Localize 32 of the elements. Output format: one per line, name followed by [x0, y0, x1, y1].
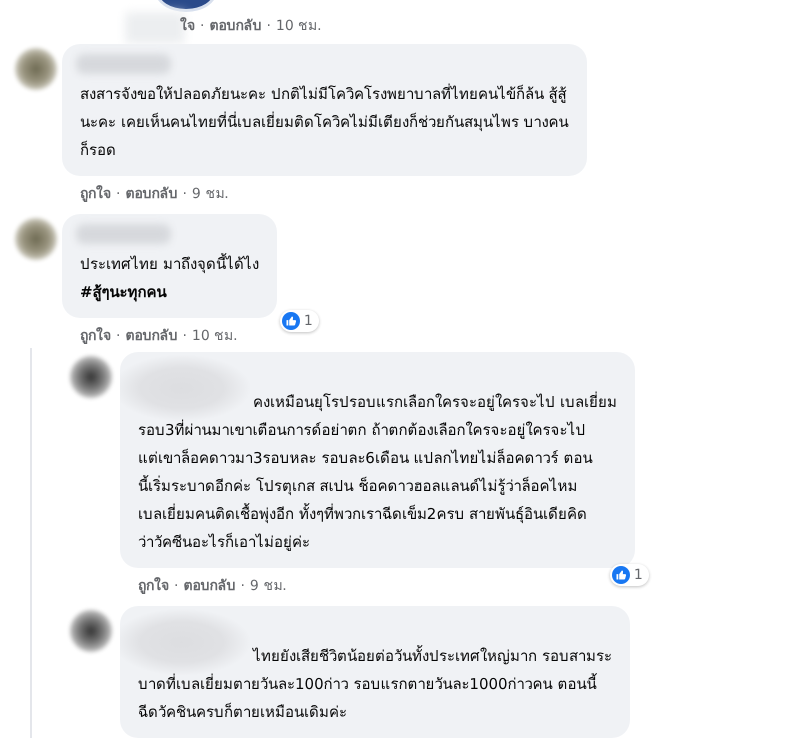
avatar[interactable]	[15, 48, 57, 90]
like-link[interactable]: ถูกใจ	[80, 186, 111, 202]
comment-time[interactable]: 9 ชม.	[192, 186, 229, 202]
separator-dot: ·	[182, 186, 187, 202]
comment-text: ไทยยังเสียชีวิตน้อยต่อวันทั้งประเทศใหญ่มาก รอบสามระ บาดที่เบลเยี่ยมตายวันละ100ก่าว รอบแรกตายวันละ1000ก่าวคน ตอนนี้ ฉีดวัคชินครบก็ตายเหมือนเดิมค่ะ	[138, 644, 612, 723]
separator-dot: ·	[182, 328, 187, 344]
avatar[interactable]	[15, 218, 57, 260]
avatar[interactable]	[70, 610, 112, 652]
separator-dot: ·	[116, 186, 120, 202]
thumbs-up-icon	[612, 566, 630, 584]
comment-time[interactable]: 10 ชม.	[276, 18, 322, 34]
avatar[interactable]	[70, 356, 112, 398]
separator-dot: ·	[116, 328, 120, 344]
like-link[interactable]: ถูกใจ	[138, 578, 169, 594]
reply-link[interactable]: ตอบกลับ	[183, 578, 236, 594]
separator-dot: ·	[240, 578, 245, 594]
separator-dot: ·	[174, 578, 178, 594]
reply-link[interactable]: ตอบกลับ	[209, 18, 262, 34]
comment-text: คงเหมือนยุโรปรอบแรกเลือกใครจะอยู่ใครจะไป เบลเยี่ยม รอบ3ที่ผ่านมาเขาเตือนการด์อย่าตก ถ้าตกต้องเลือกใครจะอยู่ใครจะไป แต่เขาล็อคดาวมา3รอบหละ รอบละ6เดือน แปลกไทยไม่ล็อคดาวร์ ตอน นี้เริ่มระบาดอีกค่ะ โปรตุเกส สเปน ช็อคดาวฮอลแลนด์ไม่รู้ว่าล็อคไหม เบลเยี่ยมคนติดเชื้อพุ่งอีก ทั้งๆที่พวกเราฉีดเข็ม2ครบ สายพันธุ์อินเดียคิด ว่าวัคซีนอะไรก็เอาไม่อยู่ค่ะ	[138, 390, 617, 553]
separator-dot: ·	[266, 18, 271, 34]
thumbs-up-icon	[282, 312, 300, 330]
like-link[interactable]: ถูกใจ	[80, 328, 111, 344]
reaction-badge[interactable]: 1	[610, 564, 649, 586]
reply-link[interactable]: ตอบกลับ	[125, 328, 178, 344]
reaction-badge[interactable]: 1	[280, 310, 319, 332]
separator-dot: ·	[200, 18, 204, 34]
comment-time[interactable]: 9 ชม.	[250, 578, 287, 594]
comment-text: สงสารจังขอให้ปลอดภัยนะคะ ปกติไม่มีโควิคโรงพยาบาลที่ไทยคนไข้ก็ล้น สู้สู้ นะคะ เคยเห็นคนไทยที่นี่เบลเยี่ยมติดโควิคไม่มีเตียงก็ช่วยกันสมุนไพร บางคน ก็รอด	[80, 82, 569, 161]
reply-link[interactable]: ตอบกลับ	[125, 186, 178, 202]
comment-text: ประเทศไทย มาถึงจุดนี้ได้ไง #สู้ๆนะทุกคน	[80, 252, 259, 304]
comment-time[interactable]: 10 ชม.	[192, 328, 238, 344]
like-link[interactable]: ใจ	[180, 18, 195, 34]
